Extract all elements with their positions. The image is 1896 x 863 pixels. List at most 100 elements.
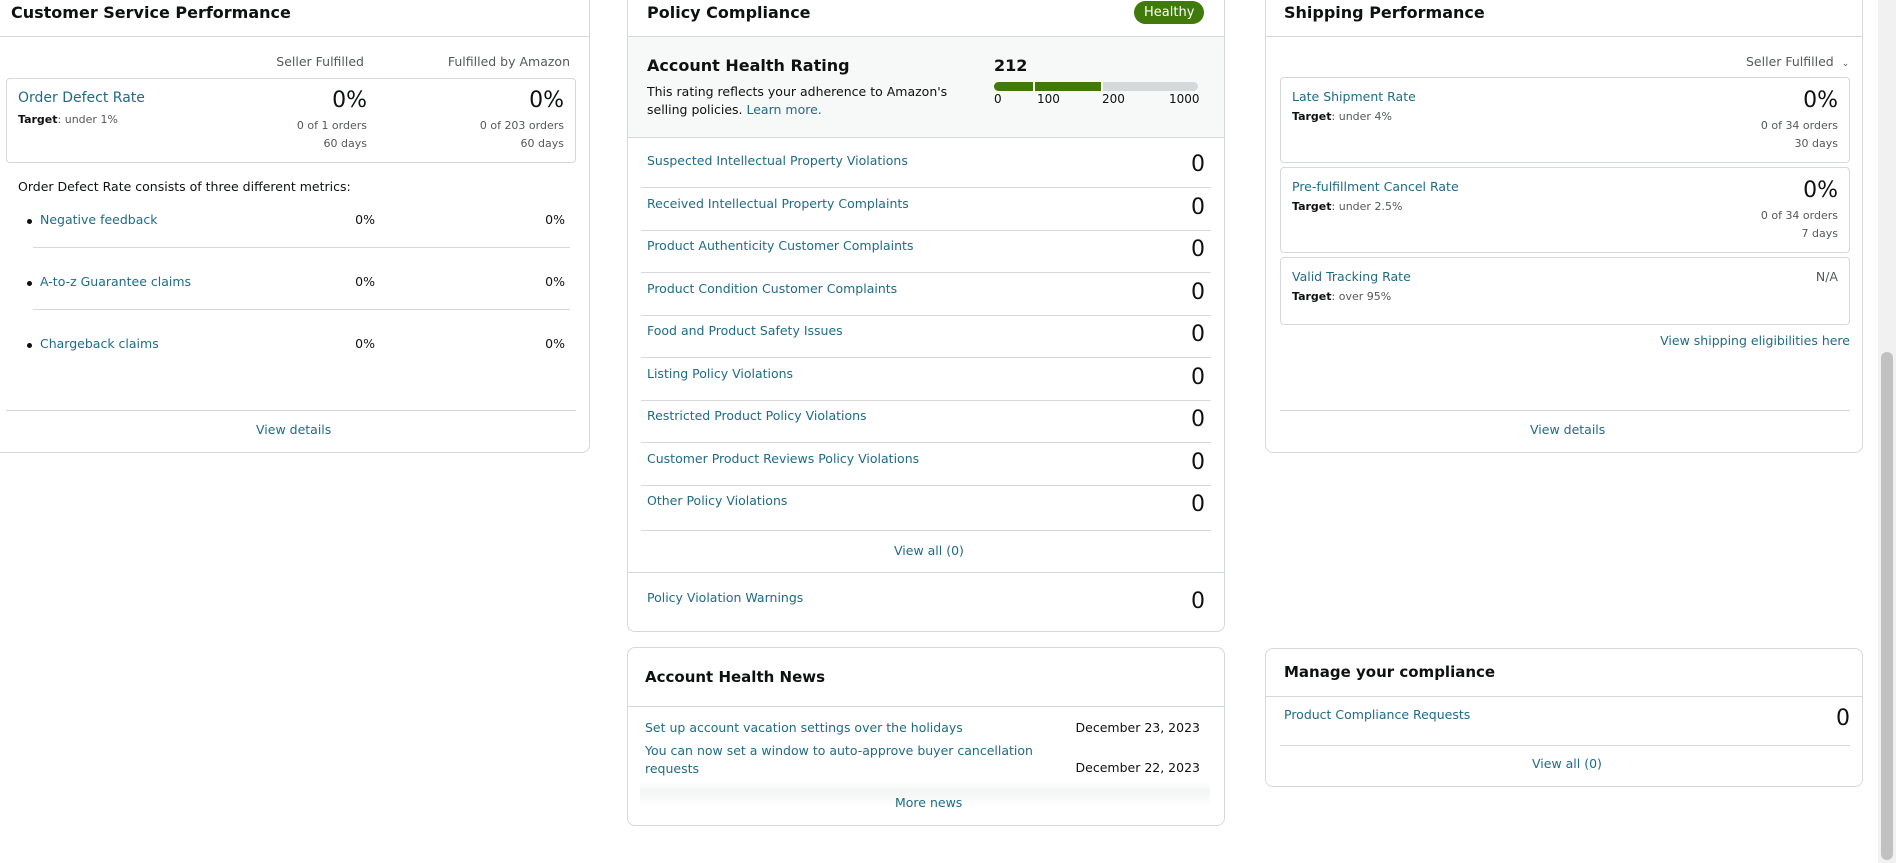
divider	[0, 36, 589, 37]
policy-violation-link[interactable]: Food and Product Safety Issues	[647, 323, 843, 338]
news-item-date: December 22, 2023	[1075, 760, 1200, 775]
odr-target: Target: under 1%	[18, 113, 118, 126]
odr-sf-days: 60 days	[323, 137, 367, 150]
rating-scale-100: 100	[1037, 92, 1060, 106]
policy-violation-count: 0	[1191, 322, 1205, 347]
policy-violation-count: 0	[1191, 492, 1205, 517]
policy-violation-count: 0	[1191, 364, 1205, 390]
policy-violation-count: 0	[1191, 279, 1205, 305]
pre-fulfillment-cancel-rate-link[interactable]: Pre-fulfillment Cancel Rate	[1292, 179, 1459, 194]
ahr-description-line-1: This rating reflects your adherence to A…	[647, 84, 948, 99]
ahr-rating-value: 212	[994, 56, 1028, 75]
policy-violation-link[interactable]: Customer Product Reviews Policy Violatio…	[647, 451, 919, 466]
bullet	[27, 343, 32, 348]
valid-tracking-rate-link[interactable]: Valid Tracking Rate	[1292, 269, 1411, 284]
late-shipment-target-value: : under 4%	[1331, 110, 1392, 123]
shipping-fulfillment-dropdown[interactable]: Seller Fulfilled ⌄	[1746, 54, 1849, 69]
cancel-rate-value: 0%	[1803, 178, 1838, 203]
metric-sf-value: 0%	[355, 212, 375, 227]
rating-scale-1000: 1000	[1169, 92, 1200, 106]
valid-tracking-target-value: : over 95%	[1331, 290, 1392, 303]
customer-service-view-details-link[interactable]: View details	[256, 422, 331, 437]
more-news-link[interactable]: More news	[895, 795, 962, 810]
policy-violation-count: 0	[1191, 194, 1205, 220]
divider	[6, 410, 576, 411]
order-defect-rate-link[interactable]: Order Defect Rate	[18, 90, 145, 106]
chevron-down-icon: ⌄	[1841, 59, 1850, 69]
ahr-description-line-2-text: selling policies.	[647, 102, 743, 117]
healthy-status-badge: Healthy	[1134, 1, 1205, 24]
odr-fba-value: 0%	[529, 88, 564, 113]
divider	[641, 484, 1211, 486]
divider	[641, 187, 1211, 188]
shipping-eligibilities-link[interactable]: View shipping eligibilities here	[1600, 333, 1850, 348]
account-health-news-title: Account Health News	[645, 668, 826, 686]
policy-violation-link[interactable]: Product Authenticity Customer Complaints	[647, 238, 913, 253]
late-shipment-target-label: Target	[1292, 110, 1332, 123]
late-shipment-rate-link[interactable]: Late Shipment Rate	[1292, 89, 1416, 104]
metric-atoz-claims-link[interactable]: A-to-z Guarantee claims	[40, 274, 191, 289]
policy-violation-warnings-link[interactable]: Policy Violation Warnings	[647, 590, 803, 605]
divider	[1280, 745, 1850, 746]
divider	[628, 572, 1224, 573]
odr-consists-text: Order Defect Rate consists of three diff…	[18, 179, 351, 194]
valid-tracking-value: N/A	[1815, 269, 1838, 284]
shipping-performance-title: Shipping Performance	[1284, 3, 1485, 22]
rating-scale-200: 200	[1102, 92, 1125, 106]
news-item-line-1[interactable]: You can now set a window to auto-approve…	[645, 742, 1033, 760]
compliance-view-all-link[interactable]: View all (0)	[1532, 756, 1602, 771]
divider	[641, 229, 1211, 231]
news-item-link[interactable]: Set up account vacation settings over th…	[645, 720, 963, 735]
policy-violation-link[interactable]: Product Condition Customer Complaints	[647, 281, 897, 296]
ahr-title: Account Health Rating	[647, 56, 850, 75]
policy-violation-link[interactable]: Other Policy Violations	[647, 493, 787, 508]
late-shipment-days: 30 days	[1794, 137, 1838, 150]
policy-violation-link[interactable]: Restricted Product Policy Violations	[647, 408, 867, 423]
product-compliance-requests-count: 0	[1836, 706, 1850, 731]
late-shipment-orders: 0 of 34 orders	[1760, 119, 1838, 132]
cancel-rate-days: 7 days	[1801, 227, 1838, 240]
manage-compliance-title: Manage your compliance	[1284, 663, 1496, 681]
news-item-date: December 23, 2023	[1075, 720, 1200, 735]
scrollbar-thumb[interactable]	[1881, 352, 1893, 860]
odr-target-label: Target	[18, 113, 58, 126]
metric-fba-value: 0%	[545, 274, 565, 289]
divider	[641, 314, 1211, 316]
news-item-link[interactable]: You can now set a window to auto-approve…	[645, 742, 1033, 778]
divider	[641, 442, 1211, 443]
metric-negative-feedback-link[interactable]: Negative feedback	[40, 212, 158, 227]
policy-violation-link[interactable]: Listing Policy Violations	[647, 366, 793, 381]
divider	[641, 399, 1211, 401]
late-shipment-target: Target: under 4%	[1292, 110, 1392, 123]
cancel-rate-target: Target: under 2.5%	[1292, 200, 1402, 213]
divider	[641, 357, 1211, 358]
news-item-line-2[interactable]: requests	[645, 760, 1033, 778]
divider	[1266, 36, 1862, 37]
metric-chargeback-claims-link[interactable]: Chargeback claims	[40, 336, 159, 351]
metric-sf-value: 0%	[355, 274, 375, 289]
divider	[1266, 696, 1862, 697]
policy-violation-count: 0	[1191, 449, 1205, 475]
metric-fba-value: 0%	[545, 336, 565, 351]
vertical-scrollbar[interactable]	[1878, 0, 1896, 863]
metric-sf-value: 0%	[355, 336, 375, 351]
rating-scale-0: 0	[994, 92, 1002, 106]
cancel-rate-target-label: Target	[1292, 200, 1332, 213]
bullet	[27, 219, 32, 224]
shipping-view-details-link[interactable]: View details	[1530, 422, 1605, 437]
divider	[33, 309, 570, 310]
divider	[641, 530, 1211, 531]
product-compliance-requests-link[interactable]: Product Compliance Requests	[1284, 707, 1470, 722]
divider	[33, 247, 570, 248]
odr-target-value: : under 1%	[57, 113, 118, 126]
ahr-description-line-2: selling policies. Learn more.	[647, 101, 947, 119]
policy-violation-link[interactable]: Received Intellectual Property Complaint…	[647, 196, 909, 211]
col-header-fba: Fulfilled by Amazon	[447, 54, 570, 69]
shipping-dropdown-selected: Seller Fulfilled	[1746, 54, 1834, 69]
customer-service-title: Customer Service Performance	[11, 3, 291, 22]
learn-more-link[interactable]: Learn more.	[747, 102, 822, 117]
policy-view-all-link[interactable]: View all (0)	[894, 543, 964, 558]
divider	[628, 137, 1224, 138]
valid-tracking-target-label: Target	[1292, 290, 1332, 303]
policy-violation-link[interactable]: Suspected Intellectual Property Violatio…	[647, 153, 908, 168]
